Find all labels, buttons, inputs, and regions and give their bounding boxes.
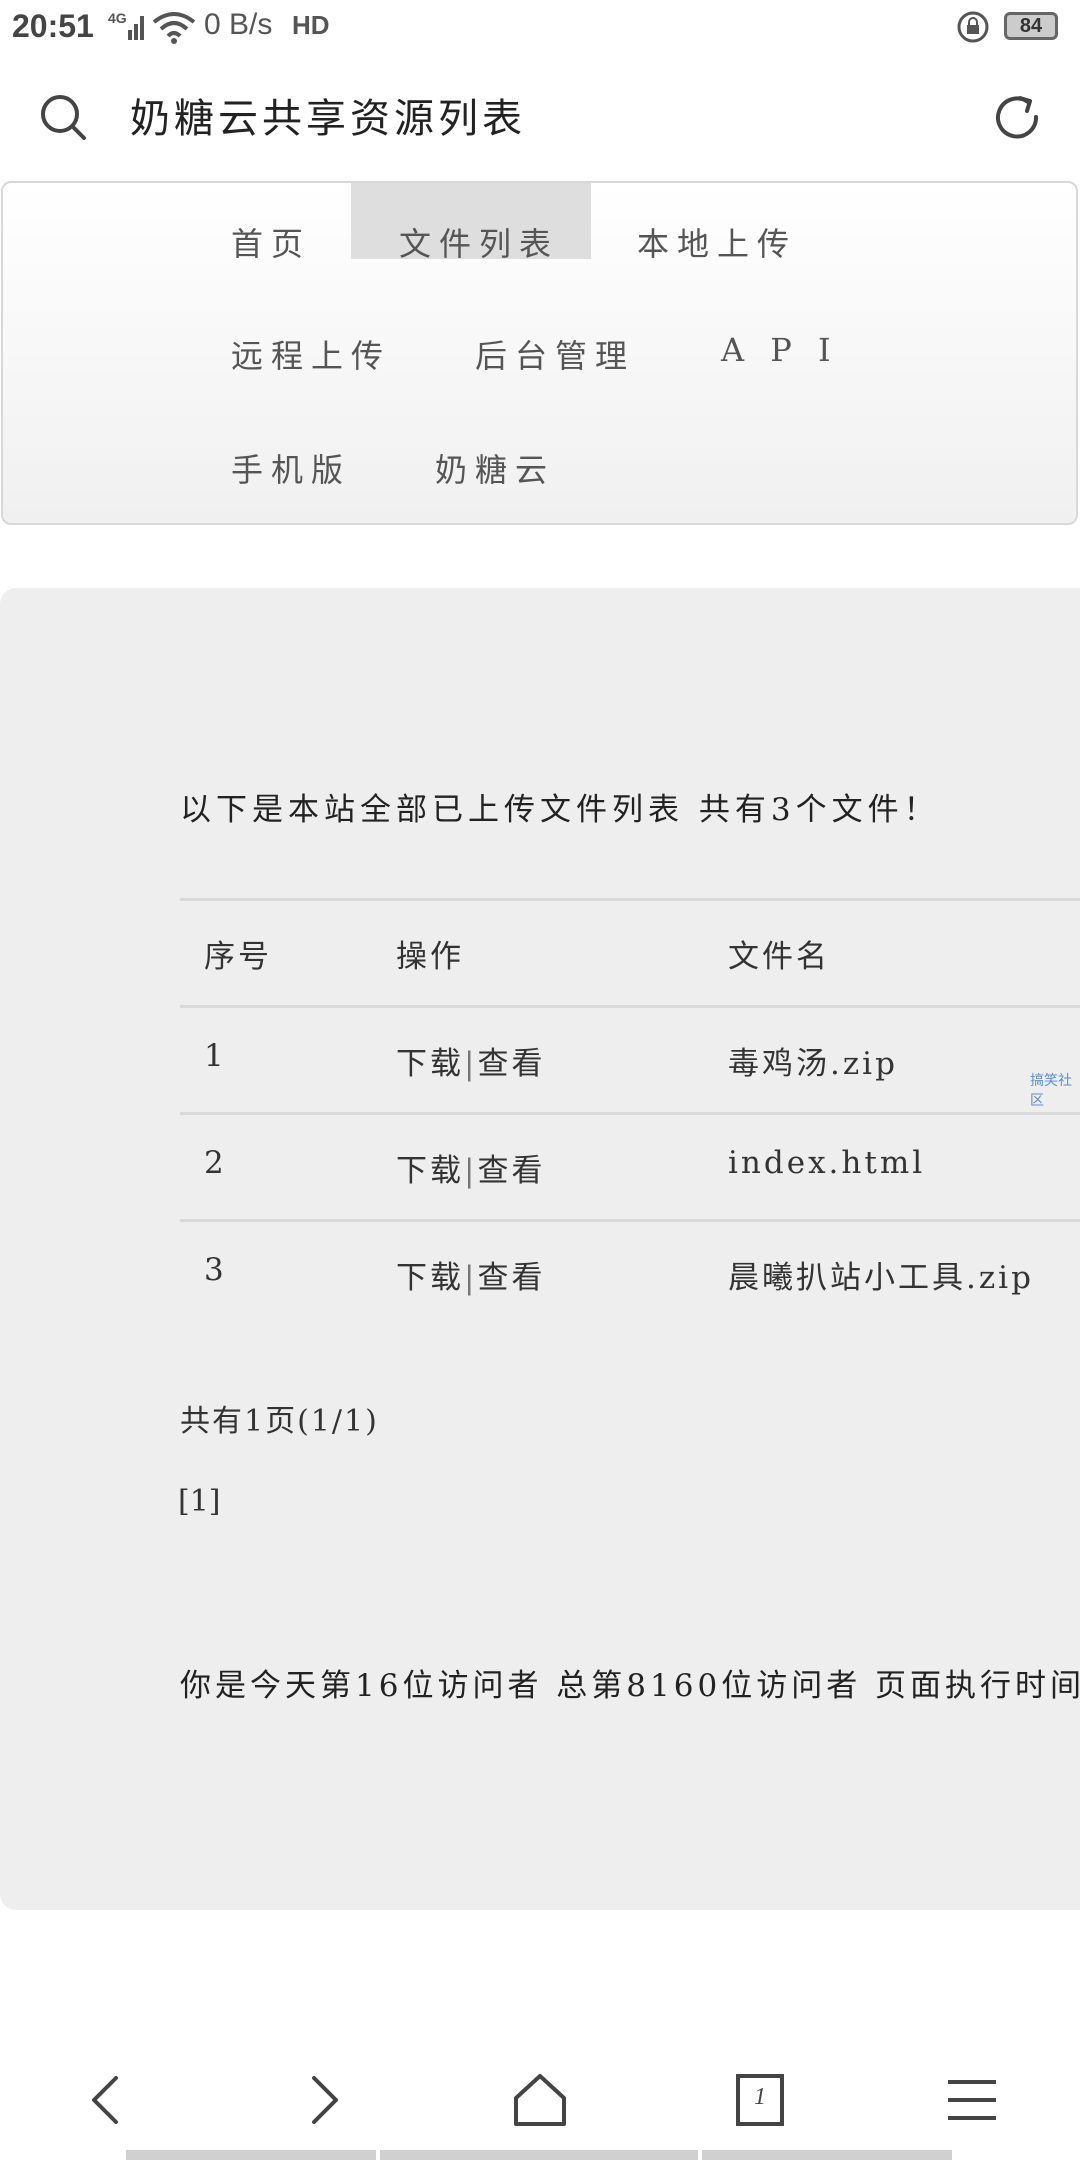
hd-icon: HD (292, 10, 330, 40)
row-actions: 下载|查看 (396, 1038, 545, 1083)
row-filename: index.html (728, 1145, 926, 1181)
download-link[interactable]: 下载 (396, 1260, 464, 1296)
scroll-indicator-segment (126, 2150, 376, 2160)
page-link[interactable]: [1] (178, 1484, 221, 1519)
row-index: 3 (204, 1252, 227, 1288)
nav-item-naitangyun[interactable]: 奶糖云 (435, 445, 555, 491)
nav-item-home[interactable]: 首页 (231, 219, 311, 265)
content-card: 以下是本站全部已上传文件列表 共有3个文件！ 序号 操作 文件名 1 下载|查看… (0, 588, 1080, 1910)
nav-menu: 首页 文件列表 本地上传 远程上传 后台管理 A P I 手机版 奶糖云 (1, 181, 1078, 525)
pagination-info: 共有1页(1/1) (180, 1404, 379, 1439)
network-speed: 0 B/s (204, 8, 273, 41)
nav-item-mobile[interactable]: 手机版 (231, 445, 351, 491)
wifi-icon (152, 12, 196, 44)
view-link[interactable]: 查看 (477, 1046, 545, 1082)
row-filename: 毒鸡汤.zip (728, 1046, 898, 1082)
separator: | (464, 1046, 478, 1082)
top-bar: 奶糖云共享资源列表 (0, 56, 1080, 176)
browser-bottom-bar: 1 (0, 2040, 1080, 2160)
header-index: 序号 (204, 939, 272, 975)
tab-count: 1 (754, 2084, 766, 2110)
home-icon[interactable] (510, 2070, 570, 2130)
view-link[interactable]: 查看 (477, 1260, 545, 1296)
row-index: 2 (204, 1145, 227, 1181)
scroll-indicator-segment (380, 2150, 698, 2160)
search-icon[interactable] (38, 92, 88, 142)
nav-item-file-list[interactable]: 文件列表 (351, 183, 591, 263)
nav-item-remote-upload[interactable]: 远程上传 (231, 331, 391, 377)
separator: | (464, 1153, 478, 1189)
nav-item-local-upload[interactable]: 本地上传 (637, 219, 797, 265)
view-link[interactable]: 查看 (477, 1153, 545, 1189)
menu-icon[interactable] (942, 2070, 1002, 2130)
rotation-lock-icon (957, 11, 989, 43)
file-summary: 以下是本站全部已上传文件列表 共有3个文件！ (180, 792, 940, 828)
side-badge[interactable]: 搞笑社区 (1030, 1070, 1080, 1110)
download-link[interactable]: 下载 (396, 1153, 464, 1189)
table-row: 2 下载|查看 index.html (180, 1112, 1080, 1219)
row-index: 1 (204, 1038, 227, 1074)
forward-icon[interactable] (292, 2070, 352, 2130)
row-filename: 晨曦扒站小工具.zip (728, 1260, 1034, 1296)
nav-item-api[interactable]: A P I (721, 331, 839, 369)
refresh-icon[interactable] (990, 90, 1044, 144)
header-action: 操作 (396, 939, 464, 975)
back-icon[interactable] (78, 2070, 138, 2130)
download-link[interactable]: 下载 (396, 1046, 464, 1082)
row-actions: 下载|查看 (396, 1252, 545, 1297)
visitor-stats: 你是今天第16位访问者 总第8160位访问者 页面执行时间: (180, 1668, 1080, 1704)
signal-icon (128, 16, 144, 40)
page-title: 奶糖云共享资源列表 (130, 96, 526, 142)
nav-item-admin[interactable]: 后台管理 (475, 331, 635, 377)
table-row: 3 下载|查看 晨曦扒站小工具.zip (180, 1219, 1080, 1326)
table-row: 1 下载|查看 毒鸡汤.zip (180, 1005, 1080, 1112)
battery-indicator: 84 (1004, 12, 1058, 40)
nav-item-label: 文件列表 (399, 225, 560, 263)
status-time: 20:51 (12, 8, 94, 44)
status-bar: 20:51 4G 0 B/s HD 84 (0, 0, 1080, 56)
row-actions: 下载|查看 (396, 1145, 545, 1190)
header-filename: 文件名 (728, 939, 830, 975)
file-table: 序号 操作 文件名 1 下载|查看 毒鸡汤.zip 2 下载|查看 index.… (180, 898, 1080, 1326)
scroll-indicator-segment (702, 2150, 952, 2160)
tabs-button[interactable]: 1 (730, 2070, 790, 2130)
separator: | (464, 1260, 478, 1296)
table-header-row: 序号 操作 文件名 (180, 898, 1080, 1005)
